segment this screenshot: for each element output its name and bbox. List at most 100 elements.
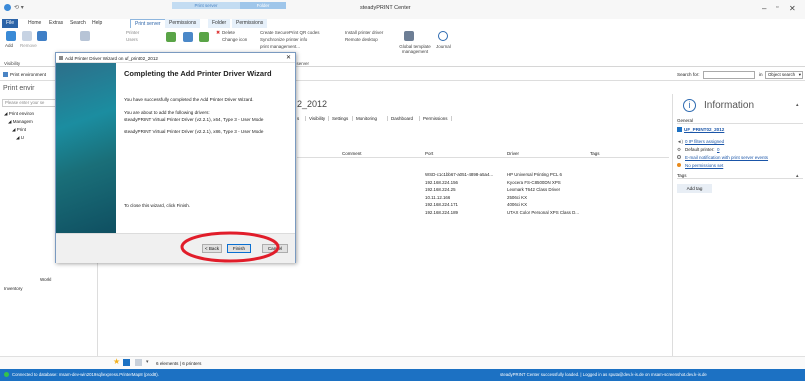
title-bar: ⟲ ▾ Print server Folder steadyPRINT Cent… xyxy=(0,0,805,20)
breadcrumb[interactable]: Print environment xyxy=(10,72,46,77)
global-template-label[interactable]: Global template management xyxy=(397,44,433,54)
default-printer-label: Default printer: xyxy=(685,147,715,152)
tab-monitoring[interactable]: Monitoring xyxy=(352,116,380,121)
info-title: Information xyxy=(704,100,755,111)
journal-icon[interactable] xyxy=(438,31,448,41)
ribbon-tabs: File Home Extras Search Help Print serve… xyxy=(0,19,805,28)
cell-driver: HP Universal Printing PCL 6 xyxy=(507,172,562,177)
journal-label[interactable]: Journal xyxy=(436,44,451,49)
wizard-driver-1: steadyPRINT Virtual Printer Driver (v2.2… xyxy=(124,117,264,122)
wizard-icon xyxy=(59,56,63,60)
tab-strip: s xyxy=(297,116,299,121)
star-icon[interactable]: ★ xyxy=(113,357,120,366)
nav-item-workflow[interactable]: Workl xyxy=(40,277,51,282)
nav-item-print-environment[interactable]: ◢ Print environ xyxy=(4,111,34,117)
create-qr-codes-button[interactable]: Create SecurePrint QR codes xyxy=(260,30,320,35)
delete-button[interactable]: Delete xyxy=(222,30,235,35)
cell-driver: UTAX Color Personal XPS Class D... xyxy=(507,209,579,215)
global-template-icon[interactable] xyxy=(404,31,414,41)
sync-printer-info-button[interactable]: Synchronize printer info xyxy=(260,37,307,42)
tab-settings[interactable]: Settings xyxy=(328,116,351,121)
printer-install-icon[interactable] xyxy=(183,32,193,42)
wizard-close-hint: To close this wizard, click Finish. xyxy=(124,203,191,208)
tags-collapse-icon[interactable]: ▴ xyxy=(796,173,799,179)
remote-desktop-button[interactable]: Remote desktop xyxy=(345,37,378,42)
users-label[interactable]: Users xyxy=(126,37,138,42)
element-count: 6 elements | 6 printers xyxy=(156,361,202,366)
page-title: 2_2012 xyxy=(297,99,328,109)
tab-dashboard[interactable]: Dashboard xyxy=(387,116,416,121)
column-port[interactable]: Port xyxy=(425,151,433,156)
search-scope-select[interactable]: Object search ▾ xyxy=(765,71,803,79)
printer-connect-icon[interactable] xyxy=(199,32,209,42)
column-driver[interactable]: Driver xyxy=(507,151,519,156)
dialog-title: Add Printer Driver Wizard on uf_print02_… xyxy=(65,55,158,61)
tab-help[interactable]: Help xyxy=(88,19,106,28)
tab-permissions[interactable]: Permissions xyxy=(165,19,201,28)
quick-access-icon[interactable]: ⟲ ▾ xyxy=(14,4,24,11)
close-icon[interactable]: ✕ xyxy=(789,4,796,13)
tab-file[interactable]: File xyxy=(2,19,19,28)
default-printer-value[interactable]: 0 xyxy=(717,147,720,152)
window-title: steadyPRINT Center xyxy=(360,5,411,11)
nav-item-print[interactable]: ◢ Print xyxy=(12,127,26,133)
tab-folder[interactable]: Folder xyxy=(208,19,231,28)
collapse-icon[interactable]: ▴ xyxy=(796,102,799,108)
email-notification-link[interactable]: E-mail notification with print server ev… xyxy=(685,155,768,160)
chevron-down-icon: ▾ xyxy=(798,72,801,77)
remove-label: Remove xyxy=(20,43,37,48)
tab-print-server[interactable]: Print server xyxy=(130,19,166,28)
column-tags[interactable]: Tags xyxy=(590,151,600,156)
minimize-icon[interactable]: – xyxy=(762,4,766,13)
print-server-icon xyxy=(677,127,682,132)
context-tab-print-server: Print server xyxy=(172,2,240,9)
nav-title: Print envir xyxy=(3,85,35,92)
nav-item-inventory[interactable]: Inventory xyxy=(4,286,23,291)
tab-search[interactable]: Search xyxy=(66,19,90,28)
view-dropdown-icon[interactable]: ▾ xyxy=(146,359,149,365)
list-view-icon[interactable] xyxy=(135,359,142,366)
ip-filters-link[interactable]: 0 IP filters assigned xyxy=(685,139,724,144)
maximize-icon[interactable]: ▫ xyxy=(776,4,778,11)
column-comment[interactable]: Comment xyxy=(342,151,362,156)
change-icon-button[interactable]: Change icon xyxy=(222,37,247,42)
tab-home[interactable]: Home xyxy=(24,19,45,28)
print-server-name[interactable]: UF_PRINT02_2012 xyxy=(684,127,724,132)
tab-folder-permissions[interactable]: Permissions xyxy=(232,19,268,28)
tab-partial[interactable]: s xyxy=(297,116,299,121)
tab-visibility[interactable]: Visibility xyxy=(305,116,328,121)
cell-port: WSD-c1c1bb67-a051-4898-a5a4... xyxy=(425,172,494,177)
settings-icon[interactable] xyxy=(80,31,90,41)
warning-icon xyxy=(677,163,681,167)
search-input[interactable] xyxy=(703,71,755,79)
cell-port: 192.168.224.189 xyxy=(425,209,458,215)
information-panel: i Information ▴ General UF_PRINT02_2012 … xyxy=(672,94,805,364)
default-printer-icon: ⚙ xyxy=(677,147,682,152)
grid-view-icon[interactable] xyxy=(123,359,130,366)
permissions-link[interactable]: No permissions set xyxy=(685,163,723,168)
app-icon xyxy=(4,4,11,11)
wizard-drivers-intro: You are about to add the following drive… xyxy=(124,110,210,115)
dialog-close-icon[interactable]: ✕ xyxy=(286,54,291,61)
print-management-button[interactable]: print management... xyxy=(260,44,300,49)
nav-item-management[interactable]: ◢ Managem xyxy=(8,119,33,125)
install-driver-button[interactable]: Install printer driver xyxy=(345,30,383,35)
delete-icon[interactable]: ✖ xyxy=(216,30,220,36)
wizard-success-text: You have successfully completed the Add … xyxy=(124,97,254,102)
nav-item-uf[interactable]: ◢ U xyxy=(16,135,24,141)
wizard-heading: Completing the Add Printer Driver Wizard xyxy=(124,69,272,78)
tab-extras[interactable]: Extras xyxy=(45,19,67,28)
printer-group-icon[interactable] xyxy=(37,31,47,41)
general-section: General xyxy=(677,118,803,124)
wizard-driver-2: steadyPRINT Virtual Printer Driver (v2.2… xyxy=(124,129,264,134)
tab-permissions-main[interactable]: Permissions xyxy=(419,116,452,121)
bottom-toolbar: ★ ▾ 6 elements | 6 printers xyxy=(0,356,805,369)
add-tag-button[interactable]: Add tag xyxy=(677,184,712,193)
add-icon[interactable] xyxy=(6,31,16,41)
status-loaded-text: steadyPRINT Center successfully loaded. … xyxy=(500,372,707,377)
wizard-side-image xyxy=(56,63,116,233)
remove-icon[interactable] xyxy=(22,31,32,41)
printer-add-icon[interactable] xyxy=(166,32,176,42)
printer-label[interactable]: Printer xyxy=(126,30,139,35)
print-environment-icon xyxy=(3,72,8,77)
